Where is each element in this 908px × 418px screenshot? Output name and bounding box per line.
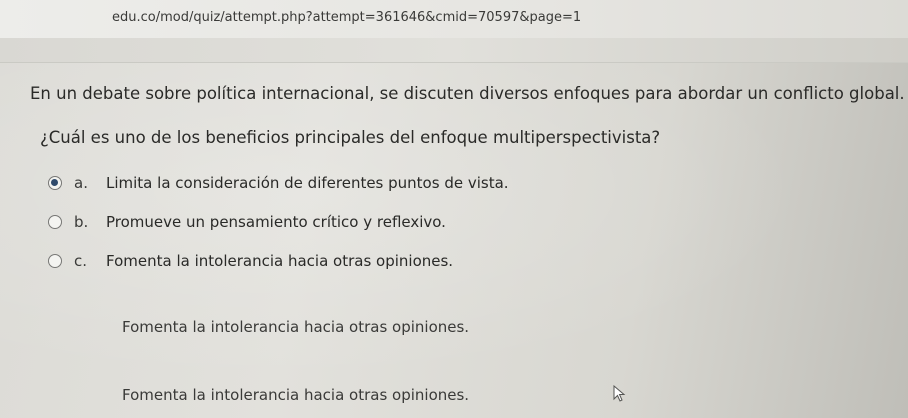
radio-button-a[interactable] [48, 176, 62, 190]
option-c[interactable]: c. Fomenta la intolerancia hacia otras o… [40, 249, 453, 273]
radio-button-c[interactable] [48, 254, 62, 268]
option-letter: a. [74, 174, 88, 192]
question-prompt: ¿Cuál es uno de los beneficios principal… [40, 128, 661, 147]
repeated-option-text: Fomenta la intolerancia hacia otras opin… [122, 386, 470, 404]
browser-address-bar[interactable]: edu.co/mod/quiz/attempt.php?attempt=3616… [0, 0, 908, 39]
option-letter: b. [74, 213, 89, 231]
radio-button-b[interactable] [48, 215, 62, 229]
option-b[interactable]: b. Promueve un pensamiento crítico y ref… [40, 210, 446, 234]
option-text[interactable]: Promueve un pensamiento crítico y reflex… [106, 213, 446, 231]
option-letter: c. [74, 252, 88, 270]
question-text: En un debate sobre política internaciona… [30, 84, 905, 103]
repeated-option-text: Fomenta la intolerancia hacia otras opin… [122, 318, 470, 336]
option-a[interactable]: a. Limita la consideración de diferentes… [40, 171, 509, 195]
option-text[interactable]: Fomenta la intolerancia hacia otras opin… [106, 252, 453, 270]
page-header-band [0, 38, 908, 63]
option-text[interactable]: Limita la consideración de diferentes pu… [106, 174, 509, 192]
cursor-icon [613, 385, 626, 402]
url-text[interactable]: edu.co/mod/quiz/attempt.php?attempt=3616… [112, 10, 581, 25]
